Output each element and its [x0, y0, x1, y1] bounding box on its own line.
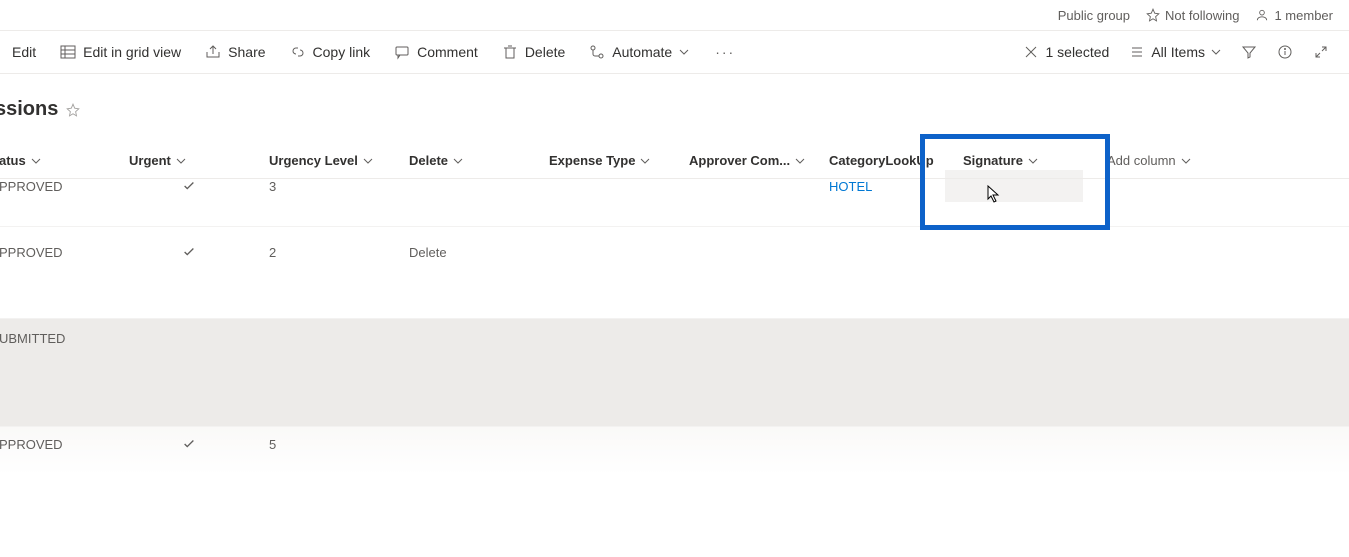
expand-icon [1313, 44, 1329, 60]
col-approver-label: Approver Com... [689, 153, 790, 168]
link-icon [290, 44, 306, 60]
col-urgency-level-label: Urgency Level [269, 153, 358, 168]
col-status[interactable]: atus [0, 153, 125, 168]
chevron-down-icon [679, 47, 689, 57]
grid-view-button[interactable]: Edit in grid view [52, 36, 189, 68]
members-button[interactable]: 1 member [1255, 8, 1333, 23]
list-title-area: ssions [0, 74, 1349, 121]
delete-label: Delete [525, 44, 565, 60]
cursor-icon [986, 184, 1002, 200]
star-outline-icon [1146, 8, 1160, 22]
cell-urgent [125, 437, 265, 454]
table-row[interactable]: PPROVED 3 HOTEL [0, 179, 1349, 227]
chevron-down-icon [1028, 156, 1038, 166]
cell-status: PPROVED [0, 245, 125, 260]
chevron-down-icon [363, 156, 373, 166]
data-grid: atus Urgent Urgency Level Delete Expense… [0, 143, 1349, 475]
members-label: 1 member [1274, 8, 1333, 23]
copy-link-label: Copy link [313, 44, 371, 60]
share-icon [205, 44, 221, 60]
chevron-down-icon [1181, 156, 1191, 166]
group-label: Public group [1058, 8, 1130, 23]
cell-status: UBMITTED [0, 331, 125, 346]
grid-header: atus Urgent Urgency Level Delete Expense… [0, 143, 1349, 179]
table-row[interactable]: PPROVED 2 Delete [0, 227, 1349, 319]
chevron-down-icon [453, 156, 463, 166]
share-label: Share [228, 44, 265, 60]
list-title: ssions [0, 98, 58, 121]
delete-button[interactable]: Delete [494, 36, 573, 68]
automate-label: Automate [612, 44, 672, 60]
col-approver[interactable]: Approver Com... [685, 153, 825, 168]
check-icon [182, 437, 196, 451]
chevron-down-icon [176, 156, 186, 166]
cell-status: PPROVED [0, 437, 125, 452]
chevron-down-icon [1211, 47, 1221, 57]
share-button[interactable]: Share [197, 36, 273, 68]
info-button[interactable] [1273, 36, 1297, 68]
comment-button[interactable]: Comment [386, 36, 486, 68]
trash-icon [502, 44, 518, 60]
col-expense-type[interactable]: Expense Type [545, 153, 685, 168]
expand-button[interactable] [1309, 36, 1333, 68]
table-row-selected[interactable]: UBMITTED [0, 319, 1349, 427]
filter-button[interactable] [1237, 36, 1261, 68]
col-signature[interactable]: Signature [933, 153, 1103, 168]
col-urgent[interactable]: Urgent [125, 153, 265, 168]
chevron-down-icon [795, 156, 805, 166]
col-add-label: Add column [1107, 153, 1176, 168]
cell-status: PPROVED [0, 179, 125, 194]
table-row[interactable]: PPROVED 5 [0, 427, 1349, 475]
cell-urgency-level: 2 [265, 245, 405, 260]
edit-label: Edit [12, 44, 36, 60]
cell-urgent [125, 245, 265, 262]
cell-category[interactable]: HOTEL [825, 179, 933, 194]
cell-delete: Delete [405, 245, 545, 260]
chevron-down-icon [31, 156, 41, 166]
info-icon [1277, 44, 1293, 60]
automate-button[interactable]: Automate [581, 36, 697, 68]
comment-label: Comment [417, 44, 478, 60]
view-switcher[interactable]: All Items [1125, 36, 1225, 68]
follow-label: Not following [1165, 8, 1239, 23]
selected-count[interactable]: 1 selected [1019, 36, 1113, 68]
col-category-label: CategoryLookUp [829, 153, 934, 168]
copy-link-button[interactable]: Copy link [282, 36, 379, 68]
cell-urgency-level: 5 [265, 437, 405, 452]
cell-urgency-level: 3 [265, 179, 405, 194]
col-urgency-level[interactable]: Urgency Level [265, 153, 405, 168]
chevron-down-icon [640, 156, 650, 166]
col-urgent-label: Urgent [129, 153, 171, 168]
col-signature-label: Signature [963, 153, 1023, 168]
grid-view-label: Edit in grid view [83, 44, 181, 60]
check-icon [182, 245, 196, 259]
cell-urgent [125, 179, 265, 196]
flow-icon [589, 44, 605, 60]
command-bar: Edit Edit in grid view Share Copy link C… [0, 30, 1349, 74]
follow-toggle[interactable]: Not following [1146, 8, 1239, 23]
col-category[interactable]: CategoryLookUp [825, 153, 933, 168]
col-delete[interactable]: Delete [405, 153, 545, 168]
col-delete-label: Delete [409, 153, 448, 168]
more-button[interactable]: ··· [705, 44, 745, 60]
col-status-label: atus [0, 153, 26, 168]
col-add[interactable]: Add column [1103, 153, 1223, 168]
x-icon [1023, 44, 1039, 60]
favorite-toggle[interactable] [66, 103, 80, 117]
selected-label: 1 selected [1045, 44, 1109, 60]
person-icon [1255, 8, 1269, 22]
check-icon [182, 179, 196, 193]
filter-icon [1241, 44, 1257, 60]
edit-button[interactable]: Edit [4, 36, 44, 68]
all-items-label: All Items [1151, 44, 1205, 60]
comment-icon [394, 44, 410, 60]
col-expense-type-label: Expense Type [549, 153, 635, 168]
grid-icon [60, 44, 76, 60]
list-icon [1129, 44, 1145, 60]
site-header: Public group Not following 1 member [0, 0, 1349, 30]
